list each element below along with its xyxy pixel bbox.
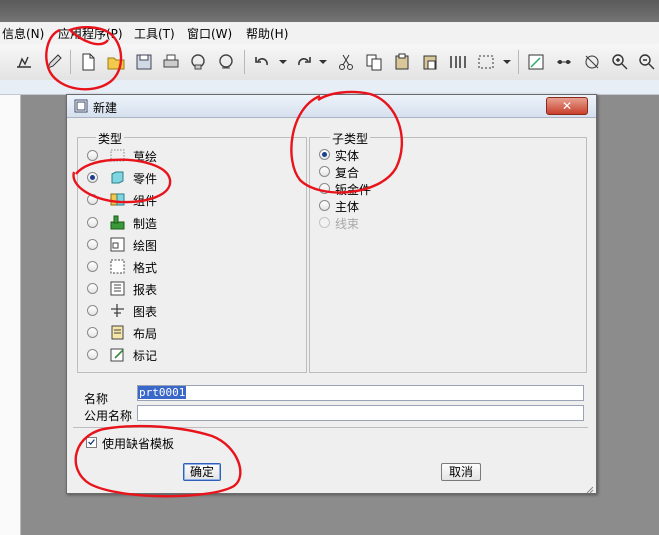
new-file-icon[interactable]: [78, 52, 98, 72]
type-label: 标记: [133, 349, 158, 363]
type-label: 零件: [133, 172, 158, 186]
type-label: 格式: [133, 261, 158, 275]
subtype-label: 线束: [335, 217, 360, 231]
toolbar-separator: [518, 50, 519, 74]
type-label: 绘图: [133, 239, 158, 253]
paste-special-icon[interactable]: [420, 52, 440, 72]
common-name-label: 公用名称: [84, 409, 133, 423]
type-label: 报表: [133, 283, 158, 297]
dialog-app-icon: [74, 99, 88, 113]
datum-points-icon[interactable]: [554, 52, 574, 72]
menu-bar: 信息(N) 应用程序(P) 工具(T) 窗口(W) 帮助(H): [0, 22, 659, 45]
send-link-icon[interactable]: [216, 52, 236, 72]
type-radio[interactable]: [87, 283, 98, 294]
pencil-icon[interactable]: [44, 52, 64, 72]
sketch-icon: [110, 148, 125, 163]
type-label: 制造: [133, 217, 158, 231]
close-icon: ✕: [561, 99, 573, 113]
redo-icon[interactable]: [294, 52, 314, 72]
undo-icon[interactable]: [252, 52, 272, 72]
type-radio[interactable]: [87, 217, 98, 228]
ok-button[interactable]: 确定: [183, 463, 221, 481]
subtype-radio: [319, 217, 330, 228]
close-button[interactable]: ✕: [546, 97, 588, 115]
type-label: 布局: [133, 327, 158, 341]
menu-help[interactable]: 帮助(H): [246, 25, 288, 42]
window-top-strip: [0, 0, 659, 22]
print-icon[interactable]: [161, 52, 181, 72]
new-file-dialog: 新建 ✕ 类型 子类型 草绘 零件 组件 制造 绘图 格式 报表 图表 布局 标…: [66, 94, 597, 494]
markup-icon: [110, 347, 125, 362]
dialog-title: 新建: [93, 101, 118, 115]
cancel-button[interactable]: 取消: [441, 463, 481, 481]
toolbar-separator: [244, 50, 245, 74]
send-mail-icon[interactable]: [188, 52, 208, 72]
orientation-icon[interactable]: [582, 52, 602, 72]
name-input[interactable]: prt0001: [137, 385, 584, 401]
menu-window[interactable]: 窗口(W): [187, 25, 232, 42]
type-label: 草绘: [133, 150, 158, 164]
menu-apps[interactable]: 应用程序(P): [58, 25, 123, 42]
subtype-radio[interactable]: [319, 166, 330, 177]
menu-info[interactable]: 信息(N): [2, 25, 44, 42]
subtype-label: 钣金件: [335, 183, 372, 197]
name-label: 名称: [84, 392, 109, 406]
type-radio[interactable]: [87, 172, 98, 183]
type-radio[interactable]: [87, 305, 98, 316]
regenerate-icon[interactable]: [14, 52, 34, 72]
toolbar-lower-strip: [0, 80, 659, 95]
subtype-label: 实体: [335, 149, 360, 163]
report-icon: [110, 281, 125, 296]
toolbar-separator: [70, 50, 71, 74]
use-default-template-checkbox[interactable]: [86, 437, 97, 448]
name-value: prt0001: [138, 386, 187, 399]
undo-dropdown-icon[interactable]: [273, 52, 293, 72]
selection-box-icon[interactable]: [476, 52, 496, 72]
open-folder-icon[interactable]: [106, 52, 126, 72]
zoom-in-icon[interactable]: [610, 52, 630, 72]
subtype-label: 主体: [335, 200, 360, 214]
common-name-input[interactable]: [137, 405, 584, 421]
format-icon: [110, 259, 125, 274]
type-radio[interactable]: [87, 349, 98, 360]
selection-dropdown-icon[interactable]: [497, 52, 517, 72]
paste-icon[interactable]: [392, 52, 412, 72]
type-radio[interactable]: [87, 261, 98, 272]
type-group-label: 类型: [96, 130, 125, 147]
sketch-icon[interactable]: [526, 52, 546, 72]
type-label: 组件: [133, 194, 158, 208]
cut-icon[interactable]: [336, 52, 356, 72]
type-label: 图表: [133, 305, 158, 319]
menu-tools[interactable]: 工具(T): [134, 25, 175, 42]
subtype-label: 复合: [335, 166, 360, 180]
main-toolbar: [0, 44, 659, 81]
layout-icon: [110, 325, 125, 340]
save-icon[interactable]: [134, 52, 154, 72]
type-radio[interactable]: [87, 327, 98, 338]
type-radio[interactable]: [87, 150, 98, 161]
subtype-group-label: 子类型: [330, 130, 371, 147]
type-radio[interactable]: [87, 194, 98, 205]
model-tree-panel: [0, 95, 21, 535]
part-icon: [110, 170, 125, 185]
subtype-radio[interactable]: [319, 149, 330, 160]
regenerate-manager-icon[interactable]: [448, 52, 468, 72]
redo-dropdown-icon[interactable]: [313, 52, 333, 72]
resize-grip-icon[interactable]: [586, 483, 594, 494]
type-radio[interactable]: [87, 239, 98, 250]
subtype-radio[interactable]: [319, 200, 330, 211]
assembly-icon: [110, 192, 125, 207]
manufacturing-icon: [110, 215, 125, 230]
drawing-icon: [110, 237, 125, 252]
subtype-radio[interactable]: [319, 183, 330, 194]
diagram-icon: [110, 303, 125, 318]
use-default-template-label: 使用缺省模板: [102, 437, 175, 451]
dialog-separator: [73, 427, 588, 428]
zoom-out-icon[interactable]: [637, 52, 657, 72]
dialog-titlebar[interactable]: 新建 ✕: [67, 95, 596, 118]
copy-icon[interactable]: [364, 52, 384, 72]
